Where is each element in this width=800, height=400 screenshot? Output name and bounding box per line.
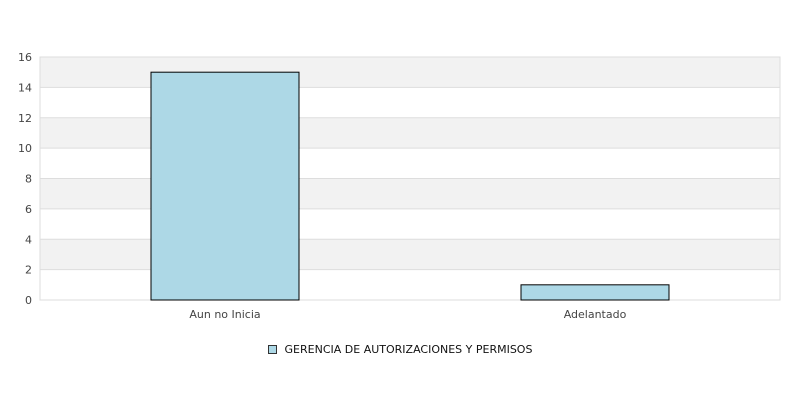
y-tick-label: 6 [25, 203, 32, 216]
x-axis-ticks: Aun no Inicia Adelantado [189, 308, 626, 321]
y-tick-label: 16 [18, 51, 32, 64]
y-axis-ticks: 0 2 4 6 8 10 12 14 16 [18, 51, 32, 307]
y-tick-label: 4 [25, 233, 32, 246]
y-tick-label: 2 [25, 264, 32, 277]
y-tick-label: 14 [18, 81, 32, 94]
legend-label: GERENCIA DE AUTORIZACIONES Y PERMISOS [284, 342, 533, 356]
bar [150, 71, 300, 301]
y-tick-label: 8 [25, 173, 32, 186]
y-tick-label: 10 [18, 142, 32, 155]
legend-swatch [267, 344, 277, 354]
x-tick-label: Adelantado [564, 308, 627, 321]
y-tick-label: 0 [25, 294, 32, 307]
legend: GERENCIA DE AUTORIZACIONES Y PERMISOS [0, 340, 800, 358]
y-tick-label: 12 [18, 112, 32, 125]
x-tick-label: Aun no Inicia [189, 308, 260, 321]
bar [520, 284, 670, 301]
